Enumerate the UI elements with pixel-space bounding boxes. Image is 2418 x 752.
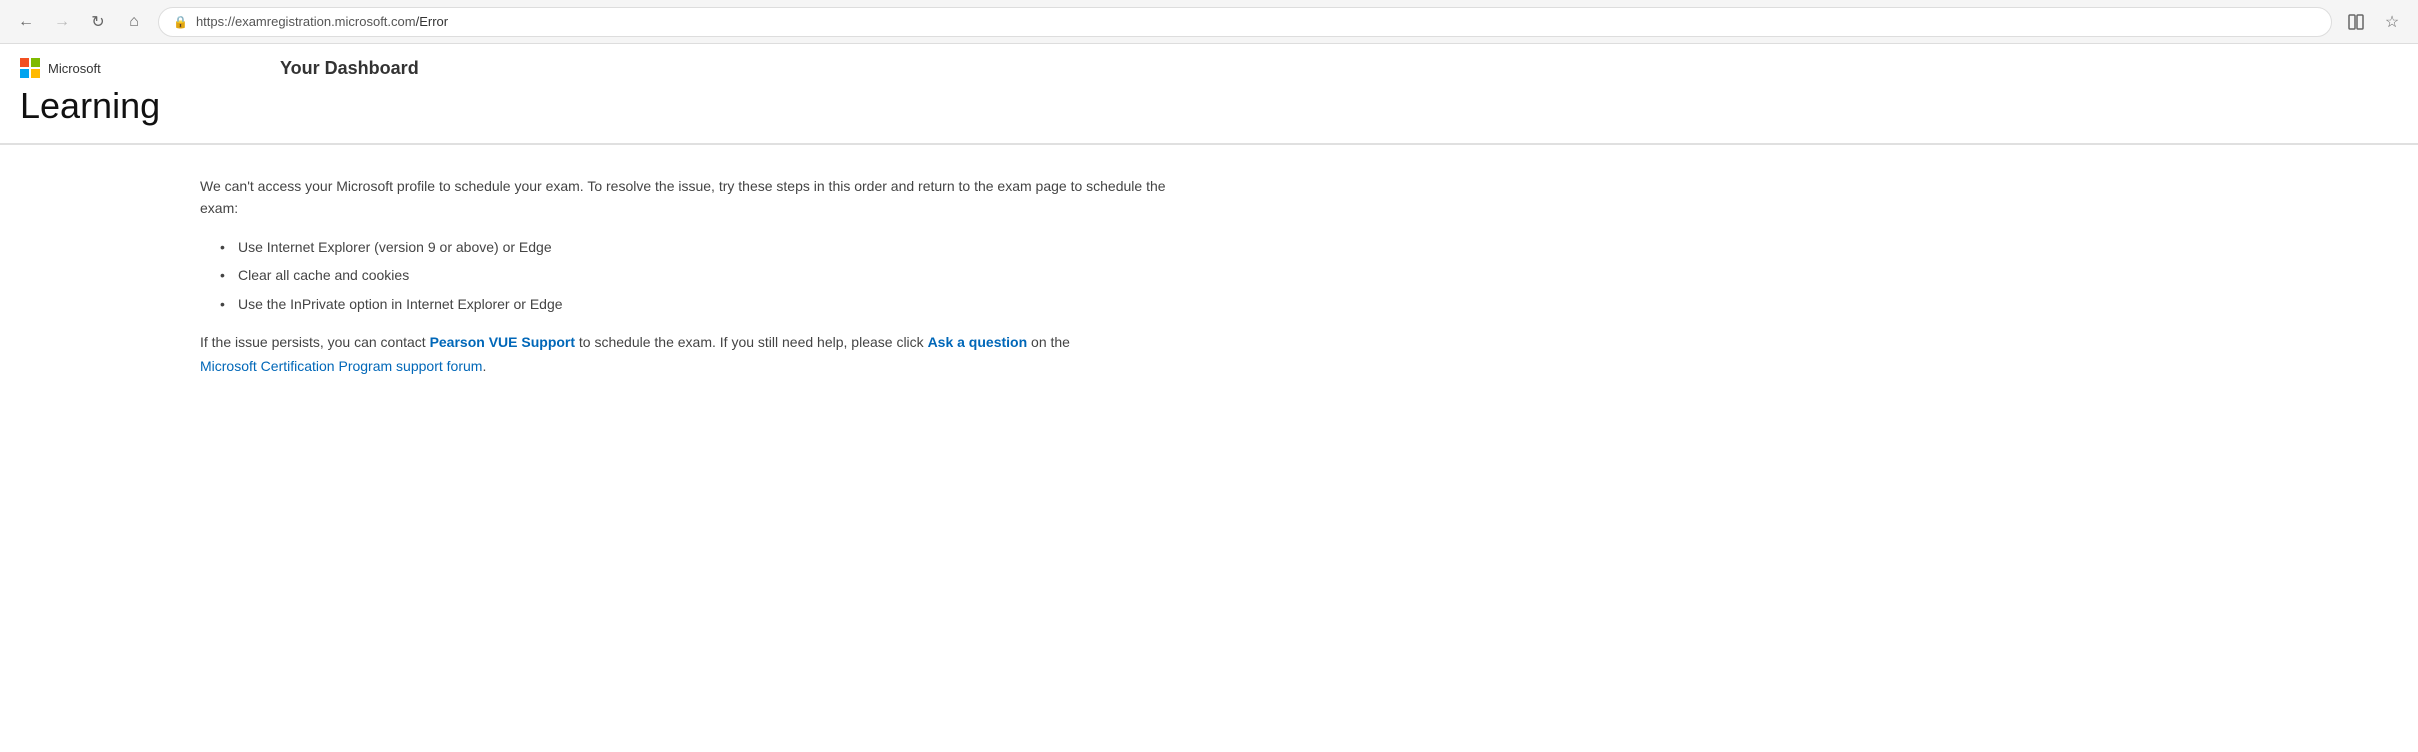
ask-question-link[interactable]: Ask a question [928,334,1028,350]
url-path: /Error [416,14,449,29]
ms-cert-link[interactable]: Microsoft Certification Program support … [200,358,482,374]
error-intro: We can't access your Microsoft profile t… [200,175,1200,220]
ms-label: Microsoft [48,61,101,76]
ms-logo-yellow [31,69,40,78]
ms-logo-blue [20,69,29,78]
ms-logo-grid [20,58,40,78]
pearson-vue-link[interactable]: Pearson VUE Support [430,334,575,350]
brand-section: Microsoft Learning [20,58,220,140]
site-header: Microsoft Learning Your Dashboard [0,44,2418,144]
follow-up-text: If the issue persists, you can contact P… [200,331,1200,379]
dashboard-title: Your Dashboard [280,58,419,79]
site-title: Learning [20,86,220,126]
dashboard-section: Your Dashboard [220,58,419,93]
ms-logo-green [31,58,40,67]
list-item: Use the InPrivate option in Internet Exp… [220,293,1200,315]
url-base: https://examregistration.microsoft.com [196,14,416,29]
browser-chrome: ← → ↻ ⌂ 🔒 https://examregistration.micro… [0,0,2418,44]
split-screen-button[interactable] [2342,8,2370,36]
home-button[interactable]: ⌂ [120,8,148,36]
back-button[interactable]: ← [12,8,40,36]
follow-up-middle: to schedule the exam. If you still need … [575,334,928,350]
nav-buttons: ← → ↻ ⌂ [12,8,148,36]
browser-actions: ☆ [2342,8,2406,36]
bullet-list: Use Internet Explorer (version 9 or abov… [220,236,1200,315]
page-container: Microsoft Learning Your Dashboard We can… [0,44,2418,409]
refresh-button[interactable]: ↻ [84,8,112,36]
follow-up-prefix: If the issue persists, you can contact [200,334,430,350]
microsoft-logo: Microsoft [20,58,220,78]
follow-up-suffix: on the [1027,334,1070,350]
list-item: Clear all cache and cookies [220,264,1200,286]
ms-logo-red [20,58,29,67]
address-bar[interactable]: 🔒 https://examregistration.microsoft.com… [158,7,2332,37]
follow-up-end: . [482,358,486,374]
main-content: We can't access your Microsoft profile t… [0,145,1400,409]
list-item: Use Internet Explorer (version 9 or abov… [220,236,1200,258]
lock-icon: 🔒 [173,15,188,29]
forward-button[interactable]: → [48,8,76,36]
url-text: https://examregistration.microsoft.com/E… [196,14,448,29]
favorites-button[interactable]: ☆ [2378,8,2406,36]
